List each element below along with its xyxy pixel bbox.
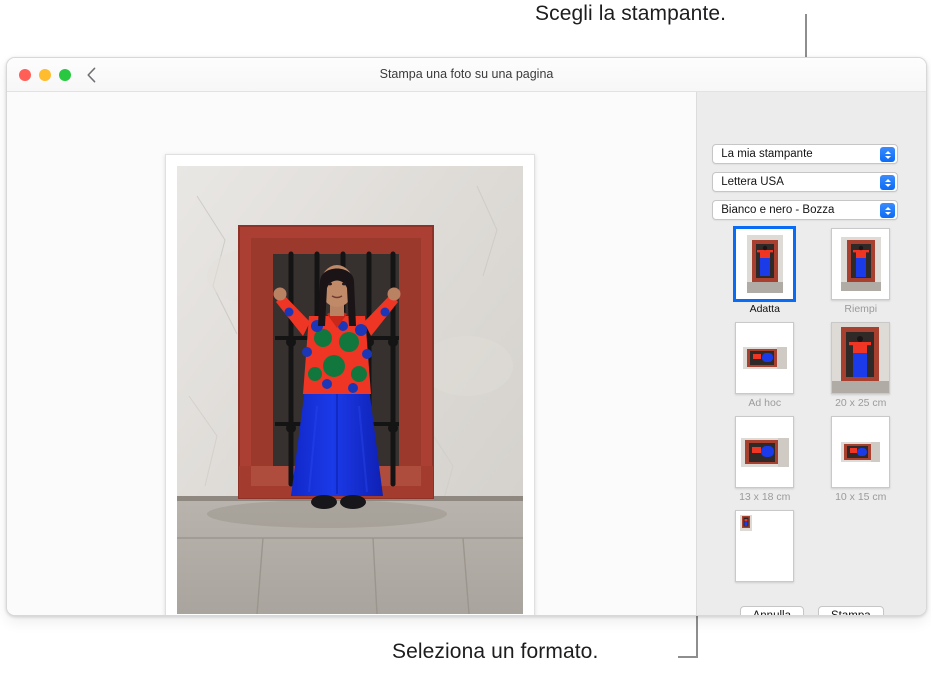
layout-thumb-preview	[735, 510, 795, 582]
dialog-actions: Annulla Stampa	[697, 606, 926, 615]
layout-option-13x18[interactable]: 13 x 18 cm	[727, 416, 802, 503]
window-body: La mia stampante Lettera USA Bianco e ne…	[7, 92, 926, 615]
paper-size-select[interactable]: Lettera USA	[712, 172, 899, 192]
thumb-landscape-medium-icon	[740, 437, 789, 467]
layout-option-contact-sheet[interactable]	[727, 510, 802, 582]
layout-thumb-preview	[831, 228, 891, 300]
paper-size-select-value: Lettera USA	[721, 176, 784, 188]
layout-option-20x25[interactable]: 20 x 25 cm	[823, 322, 898, 409]
layout-thumb-preview	[735, 322, 795, 394]
layout-thumb-preview	[831, 416, 891, 488]
layout-option-riempi[interactable]: Riempi	[823, 228, 898, 315]
printer-select[interactable]: La mia stampante	[712, 144, 899, 164]
print-quality-select-value: Bianco e nero - Bozza	[721, 204, 835, 216]
print-dialog-window: Stampa una foto su una pagina La mia sta…	[6, 57, 927, 616]
thumb-portrait-bleed-icon	[832, 323, 890, 393]
print-options-sidebar: La mia stampante Lettera USA Bianco e ne…	[696, 92, 926, 615]
callout-choose-printer: Scegli la stampante.	[535, 2, 727, 25]
layout-option-label: 20 x 25 cm	[835, 397, 887, 409]
print-quality-select[interactable]: Bianco e nero - Bozza	[712, 200, 899, 220]
stepper-updown-icon[interactable]	[880, 147, 896, 162]
layout-option-label: Adatta	[749, 303, 780, 315]
callout-select-format: Seleziona un formato.	[392, 640, 599, 663]
layout-option-label: 10 x 15 cm	[835, 491, 887, 503]
print-button[interactable]: Stampa	[817, 606, 884, 615]
thumb-landscape-tiny-icon	[841, 442, 881, 462]
thumb-portrait-fill-icon	[840, 237, 881, 291]
layout-thumb-preview	[831, 322, 891, 394]
thumb-portrait-full-icon	[746, 235, 783, 293]
layout-option-ad-hoc[interactable]: Ad hoc	[727, 322, 802, 409]
callout-leader-bottom-elbow	[678, 656, 698, 658]
window-titlebar: Stampa una foto su una pagina	[7, 58, 926, 92]
photo-preview	[177, 166, 523, 614]
thumb-landscape-small-icon	[742, 347, 787, 369]
layout-thumb-preview	[733, 226, 797, 302]
thumb-contact-sheet-icon	[740, 515, 753, 531]
layout-thumbnail-grid: Adatta Riempi Ad hoc 20 x 25 cm 13 x 18 …	[727, 226, 899, 582]
layout-option-label: Riempi	[844, 303, 878, 315]
layout-option-label: Ad hoc	[748, 397, 782, 409]
cancel-button[interactable]: Annulla	[739, 606, 804, 615]
layout-option-label: 13 x 18 cm	[739, 491, 791, 503]
layout-option-10x15[interactable]: 10 x 15 cm	[823, 416, 898, 503]
stepper-updown-icon[interactable]	[880, 175, 896, 190]
print-preview-pane	[7, 92, 697, 615]
page-sheet	[165, 154, 535, 615]
printer-select-value: La mia stampante	[721, 148, 813, 160]
layout-thumb-preview	[735, 416, 795, 488]
stepper-updown-icon[interactable]	[880, 203, 896, 218]
photo-artwork	[177, 166, 523, 614]
page-title: Stampa una foto su una pagina	[379, 67, 554, 81]
layout-option-adatta[interactable]: Adatta	[727, 226, 802, 315]
